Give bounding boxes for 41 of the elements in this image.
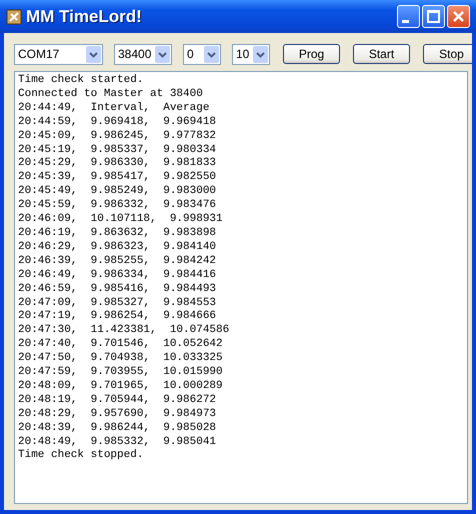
- window-title: MM TimeLord!: [26, 6, 142, 26]
- log-line: Time check started.: [18, 74, 144, 88]
- dropdown[interactable]: 38400: [114, 44, 172, 64]
- dropdown[interactable]: 10: [232, 44, 270, 64]
- log-line: 20:45:59, 9.986332, 9.983476: [18, 199, 216, 214]
- log-line: 20:45:49, 9.985249, 9.983000: [18, 185, 216, 200]
- log-line: 20:48:09, 9.701965, 10.000289: [18, 380, 223, 394]
- dropdown[interactable]: COM17: [14, 44, 103, 64]
- log-line: 20:48:39, 9.986244, 9.985028: [18, 422, 216, 436]
- log-line: 20:48:29, 9.957690, 9.984973: [18, 408, 216, 422]
- log-line: 20:47:50, 9.704938, 10.033325: [18, 352, 223, 366]
- log-line: 20:48:19, 9.705944, 9.986272: [18, 394, 216, 408]
- log-line: 20:45:39, 9.985417, 9.982550: [18, 171, 216, 186]
- log-line: 20:47:40, 9.701546, 10.052642: [18, 338, 223, 352]
- log-line: 20:46:39, 9.985255, 9.984242: [18, 254, 216, 269]
- log-line: 20:45:09, 9.986245, 9.977832: [18, 130, 216, 144]
- app-icon: [6, 8, 22, 24]
- dropdown[interactable]: 0: [183, 44, 221, 64]
- log-line: 20:47:19, 9.986254, 9.984666: [18, 310, 216, 324]
- log-line: 20:46:59, 9.985416, 9.984493: [18, 282, 216, 296]
- log-line: 20:45:19, 9.985337, 9.980334: [18, 144, 216, 158]
- toolbar-button[interactable]: Stop: [423, 44, 472, 64]
- log-line: 20:47:59, 9.703955, 10.015990: [18, 366, 223, 380]
- toolbar-button[interactable]: Start: [353, 44, 410, 64]
- log-line: Connected to Master at 38400: [18, 88, 203, 102]
- log-line: 20:46:09, 10.107118, 9.998931: [18, 213, 223, 227]
- close-button[interactable]: [447, 5, 470, 28]
- log-line: 20:47:09, 9.985327, 9.984553: [18, 296, 216, 310]
- maximize-button[interactable]: [422, 5, 445, 28]
- log-line: 20:46:29, 9.986323, 9.984140: [18, 240, 216, 255]
- log-line: 20:47:30, 11.423381, 10.074586: [18, 324, 230, 338]
- toolbar-button[interactable]: Prog: [283, 44, 340, 64]
- log-line: Time check stopped.: [18, 449, 144, 464]
- log-line: 20:44:59, 9.969418, 9.969418: [18, 116, 216, 130]
- log-line: 20:44:49, Interval, Average: [18, 102, 210, 116]
- minimize-icon: [402, 20, 409, 23]
- log-line: 20:45:29, 9.986330, 9.981833: [18, 157, 216, 172]
- log-line: 20:46:19, 9.863632, 9.983898: [18, 226, 216, 241]
- minimize-button[interactable]: [397, 5, 420, 28]
- log-line: 20:46:49, 9.986334, 9.984416: [18, 268, 216, 283]
- log-line: 20:48:49, 9.985332, 9.985041: [18, 436, 216, 449]
